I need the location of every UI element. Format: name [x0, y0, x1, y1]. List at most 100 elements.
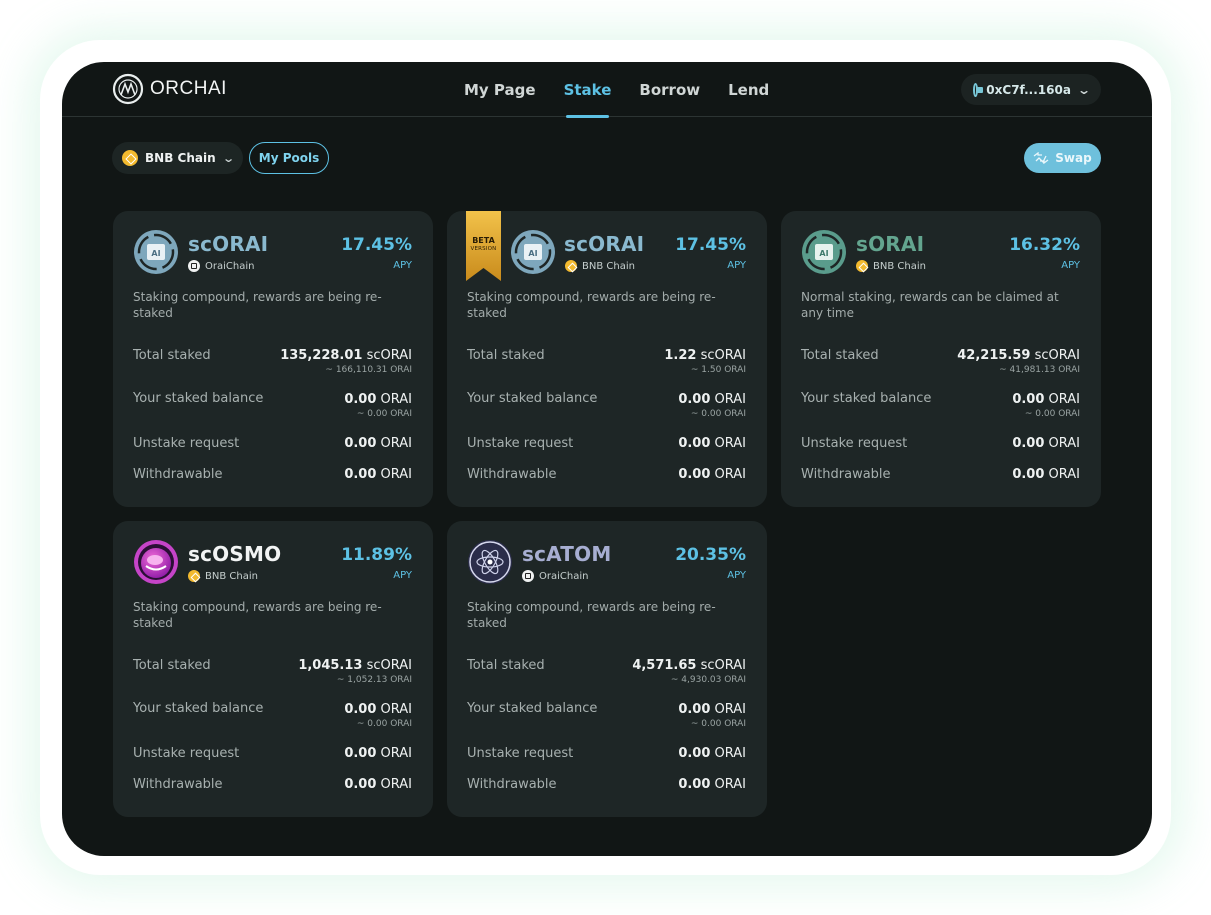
- apy-value: 20.35%: [675, 545, 746, 565]
- withdrawable-label: Withdrawable: [801, 467, 891, 482]
- chain-name: OraiChain: [539, 570, 589, 582]
- token-name: scORAI: [188, 232, 269, 256]
- total-staked-value: 42,215.59 scORAI: [957, 348, 1080, 363]
- chain-name: BNB Chain: [205, 570, 258, 582]
- orchai-logo-icon: [112, 73, 144, 105]
- pool-card-scorai-bnb[interactable]: BETA VERSION AI scORAI BNB Chain 17.45% …: [447, 211, 767, 507]
- withdrawable-value: 0.00 ORAI: [678, 777, 746, 792]
- chevron-down-icon: ⌄: [221, 151, 235, 165]
- staked-balance-value: 0.00 ORAI: [1012, 392, 1080, 407]
- unstake-request-value: 0.00 ORAI: [344, 746, 412, 761]
- wallet-address: 0xC7f...160a: [986, 82, 1071, 97]
- apy-value: 16.32%: [1009, 235, 1080, 255]
- staked-balance-label: Your staked balance: [133, 701, 264, 716]
- orai-icon: AI: [134, 230, 178, 274]
- pool-description: Staking compound, rewards are being re-s…: [467, 600, 716, 630]
- staked-balance-label: Your staked balance: [133, 391, 264, 406]
- staked-balance-sub: ~ 0.00 ORAI: [356, 409, 412, 419]
- total-staked-label: Total staked: [133, 658, 211, 673]
- total-staked-sub: ~ 41,981.13 ORAI: [999, 365, 1080, 375]
- unstake-request-label: Unstake request: [133, 746, 240, 761]
- withdrawable-label: Withdrawable: [467, 777, 557, 792]
- swap-button[interactable]: Swap: [1024, 143, 1101, 173]
- brand-name: ORCHAI: [150, 78, 227, 99]
- staked-balance-value: 0.00 ORAI: [344, 702, 412, 717]
- total-staked-sub: ~ 1,052.13 ORAI: [336, 675, 412, 685]
- my-pools-button[interactable]: My Pools: [249, 142, 329, 174]
- orchai-logo[interactable]: ORCHAI: [112, 73, 227, 105]
- chain-name: OraiChain: [205, 260, 255, 272]
- pool-description: Normal staking, rewards can be claimed a…: [801, 290, 1059, 320]
- withdrawable-label: Withdrawable: [467, 467, 557, 482]
- svg-text:AI: AI: [151, 249, 160, 258]
- oraichain-icon: [188, 260, 200, 272]
- atom-icon: [468, 540, 512, 584]
- chain-select-label: BNB Chain: [145, 151, 216, 165]
- nav-borrow[interactable]: Borrow: [625, 62, 714, 117]
- svg-text:AI: AI: [528, 249, 537, 258]
- staked-balance-value: 0.00 ORAI: [344, 392, 412, 407]
- withdrawable-value: 0.00 ORAI: [344, 777, 412, 792]
- staked-balance-label: Your staked balance: [467, 701, 598, 716]
- withdrawable-value: 0.00 ORAI: [1012, 467, 1080, 482]
- withdrawable-value: 0.00 ORAI: [678, 467, 746, 482]
- total-staked-label: Total staked: [801, 348, 879, 363]
- pool-card-sorai-bnb[interactable]: AI sORAI BNB Chain 16.32% APY Normal sta…: [781, 211, 1101, 507]
- pool-card-scorai-oraichain[interactable]: AI scORAI OraiChain 17.45% APY Staking c…: [113, 211, 433, 507]
- bnb-icon: [856, 260, 868, 272]
- apy-label: APY: [393, 570, 412, 581]
- token-chain: OraiChain: [522, 570, 588, 582]
- nav-stake[interactable]: Stake: [550, 62, 626, 118]
- staked-balance-label: Your staked balance: [801, 391, 932, 406]
- chain-name: BNB Chain: [582, 260, 635, 272]
- nav-my-page[interactable]: My Page: [450, 62, 550, 117]
- withdrawable-value: 0.00 ORAI: [344, 467, 412, 482]
- token-name: scORAI: [564, 232, 645, 256]
- total-staked-label: Total staked: [467, 658, 545, 673]
- apy-label: APY: [393, 260, 412, 271]
- unstake-request-value: 0.00 ORAI: [1012, 436, 1080, 451]
- pool-description: Staking compound, rewards are being re-s…: [133, 290, 382, 320]
- bnb-icon: [565, 260, 577, 272]
- staked-balance-label: Your staked balance: [467, 391, 598, 406]
- total-staked-value: 4,571.65 scORAI: [632, 658, 746, 673]
- withdrawable-label: Withdrawable: [133, 467, 223, 482]
- staked-balance-value: 0.00 ORAI: [678, 702, 746, 717]
- apy-label: APY: [727, 570, 746, 581]
- nav-lend[interactable]: Lend: [714, 62, 783, 117]
- staked-balance-sub: ~ 0.00 ORAI: [690, 719, 746, 729]
- apy-value: 11.89%: [341, 545, 412, 565]
- staked-balance-value: 0.00 ORAI: [678, 392, 746, 407]
- token-chain: BNB Chain: [565, 260, 635, 272]
- app-window: ORCHAI My Page Stake Borrow Lend 0xC7f..…: [62, 62, 1152, 856]
- token-name: scATOM: [522, 542, 612, 566]
- unstake-request-label: Unstake request: [801, 436, 908, 451]
- orai-green-icon: AI: [802, 230, 846, 274]
- swap-label: Swap: [1055, 151, 1092, 165]
- svg-text:AI: AI: [819, 249, 828, 258]
- bnb-icon: [188, 570, 200, 582]
- pool-description: Staking compound, rewards are being re-s…: [133, 600, 382, 630]
- staked-balance-sub: ~ 0.00 ORAI: [690, 409, 746, 419]
- osmo-icon: [134, 540, 178, 584]
- main-nav: My Page Stake Borrow Lend: [450, 62, 783, 118]
- total-staked-sub: ~ 4,930.03 ORAI: [670, 675, 746, 685]
- staked-balance-sub: ~ 0.00 ORAI: [1024, 409, 1080, 419]
- unstake-request-value: 0.00 ORAI: [678, 436, 746, 451]
- total-staked-value: 1,045.13 scORAI: [298, 658, 412, 673]
- pool-card-scosmo-bnb[interactable]: scOSMO BNB Chain 11.89% APY Staking comp…: [113, 521, 433, 817]
- token-name: scOSMO: [188, 542, 282, 566]
- apy-label: APY: [1061, 260, 1080, 271]
- apy-label: APY: [727, 260, 746, 271]
- total-staked-sub: ~ 1.50 ORAI: [690, 365, 746, 375]
- chain-select-dropdown[interactable]: BNB Chain ⌄: [112, 142, 243, 174]
- unstake-request-label: Unstake request: [133, 436, 240, 451]
- swap-icon: [1033, 152, 1049, 164]
- total-staked-value: 1.22 scORAI: [664, 348, 746, 363]
- wallet-button[interactable]: 0xC7f...160a ⌄: [961, 74, 1101, 105]
- apy-value: 17.45%: [675, 235, 746, 255]
- unstake-request-label: Unstake request: [467, 436, 574, 451]
- oraichain-icon: [522, 570, 534, 582]
- token-chain: BNB Chain: [188, 570, 258, 582]
- pool-card-scatom-oraichain[interactable]: scATOM OraiChain 20.35% APY Staking comp…: [447, 521, 767, 817]
